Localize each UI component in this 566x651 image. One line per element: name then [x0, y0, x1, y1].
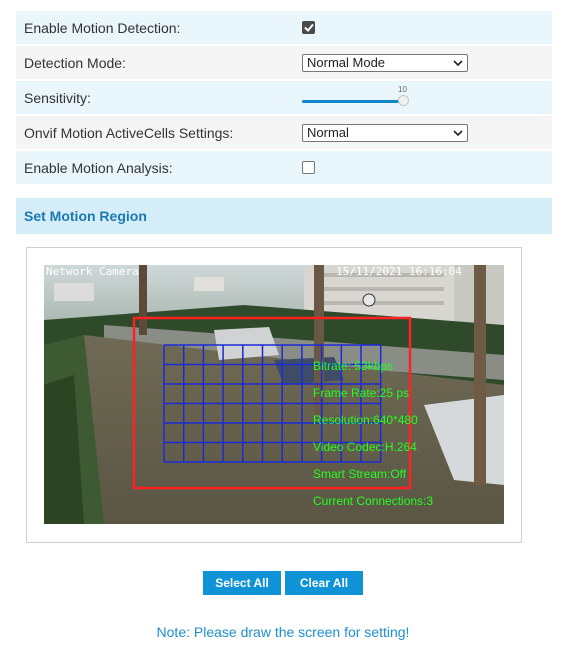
clear-all-button[interactable]: Clear All — [285, 571, 363, 595]
overlay-current-connections: Current Connections:3 — [313, 494, 433, 508]
row-detection-mode: Detection Mode: Normal Mode — [16, 46, 552, 79]
overlay-frame-rate: Frame Rate:25 ps — [313, 386, 409, 400]
checkmark-icon — [303, 23, 314, 32]
section-header-motion-region: Set Motion Region — [16, 198, 552, 234]
overlay-smart-stream: Smart Stream:Off — [313, 467, 407, 481]
row-sensitivity: Sensitivity: 10 — [16, 81, 552, 114]
onvif-activecells-label: Onvif Motion ActiveCells Settings: — [24, 124, 234, 141]
enable-motion-analysis-label: Enable Motion Analysis: — [24, 159, 173, 176]
sensitivity-slider[interactable]: 10 — [302, 84, 410, 108]
detection-mode-label: Detection Mode: — [24, 54, 126, 71]
onvif-activecells-select[interactable]: Normal — [302, 123, 468, 142]
sensitivity-value: 10 — [398, 84, 407, 94]
overlay-bitrate: Bitrate: 53kbps — [313, 359, 393, 373]
motion-settings-panel: Enable Motion Detection: Detection Mode:… — [16, 11, 552, 186]
sensitivity-label: Sensitivity: — [24, 89, 91, 106]
camera-name-label: Network Camera — [46, 265, 139, 278]
chevron-down-icon — [453, 129, 463, 136]
video-text-overlay: Network Camera 15/11/2021 16:16:04 Bitra… — [46, 265, 462, 508]
sensitivity-slider-track — [302, 99, 404, 103]
enable-motion-detection-checkbox[interactable] — [302, 21, 315, 34]
enable-motion-analysis-checkbox[interactable] — [302, 161, 315, 174]
section-title: Set Motion Region — [24, 208, 147, 224]
overlay-video-codec: Video Codec:H.264 — [313, 440, 417, 454]
timestamp-label: 15/11/2021 16:16:04 — [336, 265, 462, 278]
chevron-down-icon — [453, 59, 463, 66]
enable-motion-detection-label: Enable Motion Detection: — [24, 19, 181, 36]
note-text: Note: Please draw the screen for setting… — [156, 624, 410, 640]
select-all-button[interactable]: Select All — [203, 571, 281, 595]
row-onvif-activecells: Onvif Motion ActiveCells Settings: Norma… — [16, 116, 552, 149]
overlay-resolution: Resolution:640*480 — [313, 413, 418, 427]
onvif-activecells-value: Normal — [307, 125, 349, 140]
video-preview[interactable]: Network Camera 15/11/2021 16:16:04 Bitra… — [44, 265, 504, 524]
action-buttons: Select All Clear All — [203, 571, 363, 595]
row-enable-motion-analysis: Enable Motion Analysis: — [16, 151, 552, 184]
row-enable-motion-detection: Enable Motion Detection: — [16, 11, 552, 44]
sensitivity-slider-thumb[interactable] — [398, 94, 409, 106]
detection-mode-value: Normal Mode — [307, 55, 386, 70]
detection-mode-select[interactable]: Normal Mode — [302, 53, 468, 72]
